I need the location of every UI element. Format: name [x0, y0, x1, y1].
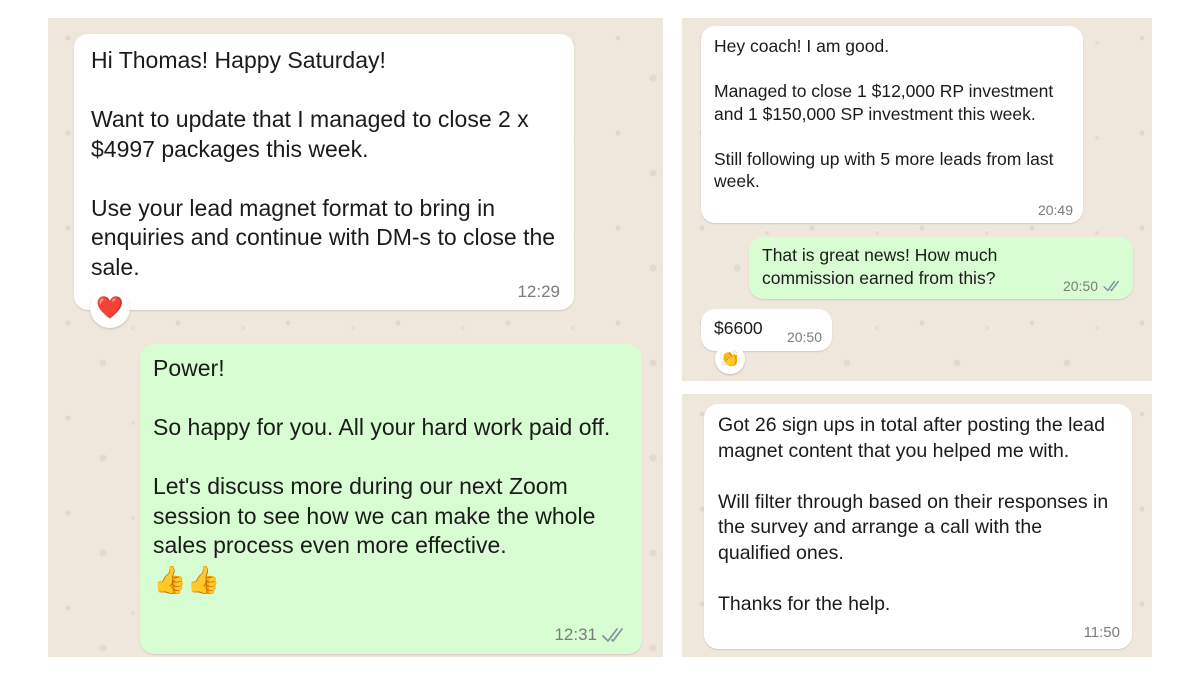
incoming-message-bubble[interactable]: Hi Thomas! Happy Saturday! Want to updat… — [74, 34, 574, 310]
incoming-message-bubble[interactable]: $6600 20:50 — [701, 309, 832, 351]
double-check-icon — [602, 627, 628, 643]
message-text: Hi Thomas! Happy Saturday! Want to updat… — [91, 47, 556, 280]
message-timestamp: 11:50 — [1084, 624, 1120, 641]
message-time: 11:50 — [1083, 624, 1120, 641]
message-time: 12:31 — [554, 625, 597, 644]
message-text: Got 26 sign ups in total after posting t… — [718, 414, 1109, 615]
message-timestamp: 12:31 — [554, 625, 628, 645]
message-text: Hey coach! I am good. Managed to close 1… — [714, 36, 1054, 191]
thumbs-up-emoji: 👍👍 — [153, 564, 221, 595]
chat-panel-bottom-right: Got 26 sign ups in total after posting t… — [682, 394, 1152, 657]
message-text: Power! So happy for you. All your hard w… — [153, 355, 611, 558]
message-timestamp: 20:50 — [1063, 278, 1123, 294]
incoming-message-bubble[interactable]: Hey coach! I am good. Managed to close 1… — [701, 26, 1083, 223]
outgoing-message-bubble[interactable]: That is great news! How much commission … — [749, 237, 1133, 299]
message-timestamp: 12:29 — [517, 282, 560, 302]
heart-reaction[interactable]: ❤️ — [90, 288, 130, 328]
clapping-hands-icon: 👏 — [720, 351, 740, 368]
message-timestamp: 20:49 — [1038, 202, 1073, 218]
incoming-message-bubble[interactable]: Got 26 sign ups in total after posting t… — [704, 404, 1132, 649]
message-timestamp: 20:50 — [787, 329, 822, 345]
message-time: 20:50 — [1062, 278, 1098, 294]
message-time: 20:50 — [786, 329, 822, 345]
chat-panel-left: Hi Thomas! Happy Saturday! Want to updat… — [48, 18, 663, 657]
message-time: 12:29 — [517, 282, 560, 301]
clap-reaction[interactable]: 👏 — [715, 344, 745, 374]
outgoing-message-bubble[interactable]: Power! So happy for you. All your hard w… — [140, 344, 642, 654]
message-time: 20:49 — [1037, 202, 1073, 218]
chat-panel-top-right: Hey coach! I am good. Managed to close 1… — [682, 18, 1152, 381]
message-text: That is great news! How much commission … — [762, 245, 998, 288]
heart-icon: ❤️ — [96, 295, 124, 320]
double-check-icon — [1103, 280, 1123, 292]
